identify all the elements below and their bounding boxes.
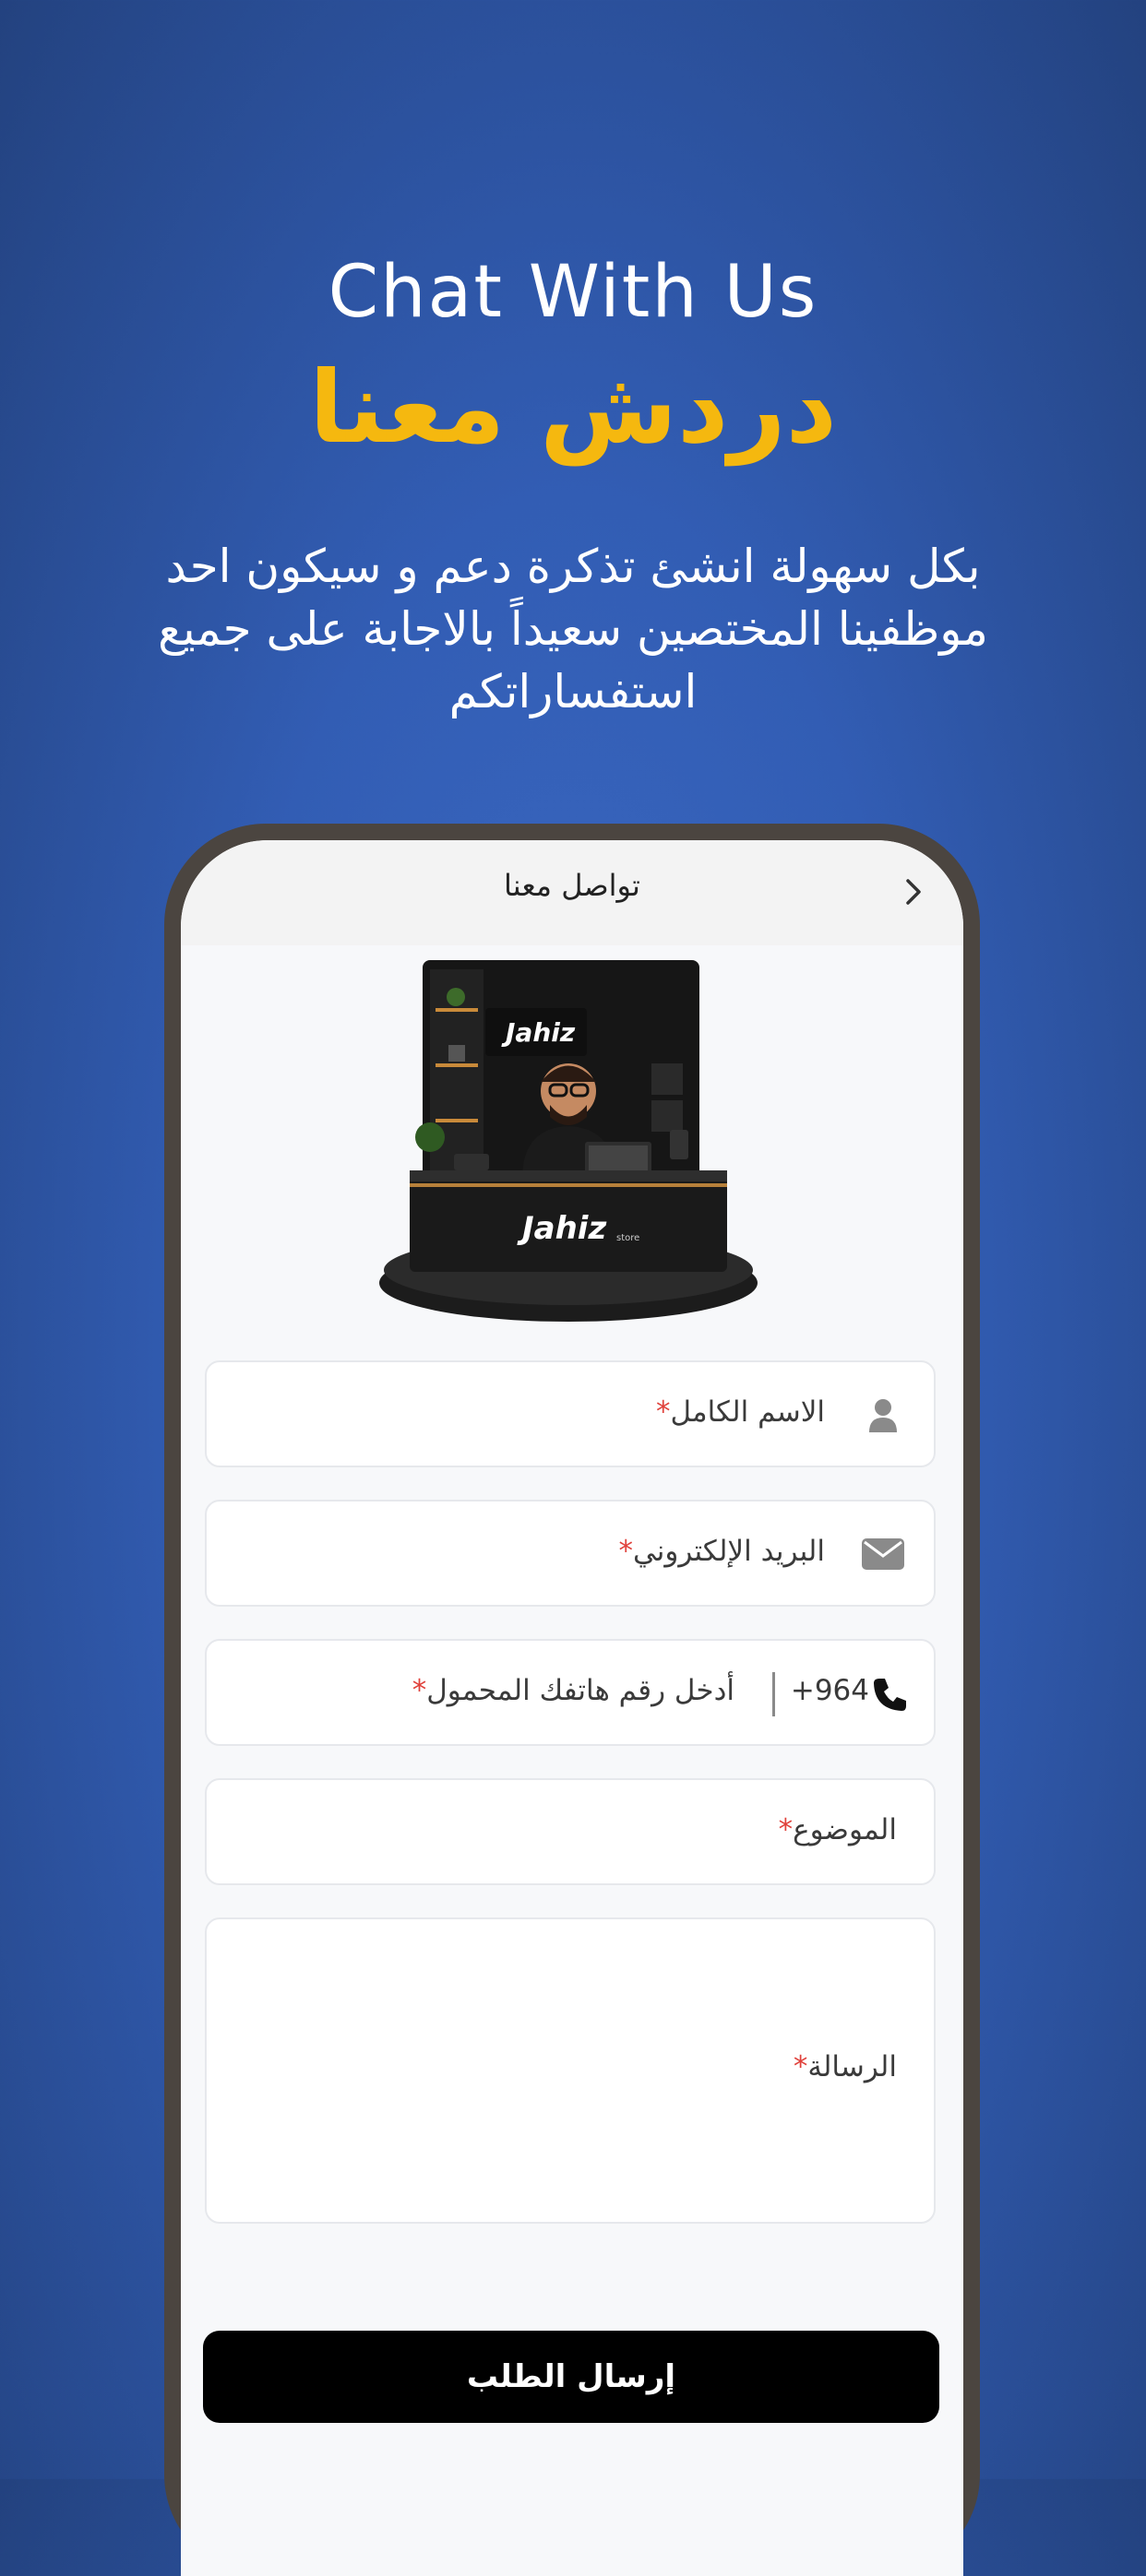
hero-title-en: Chat With Us: [328, 251, 818, 334]
phone-icon: [874, 1679, 906, 1711]
required-mark: *: [412, 1674, 427, 1707]
required-mark: *: [618, 1535, 633, 1568]
submit-button[interactable]: إرسال الطلب: [203, 2331, 939, 2423]
illustration-brand-desk: Jahiz: [517, 1210, 606, 1247]
required-mark: *: [656, 1395, 671, 1429]
subject-field[interactable]: الموضوع*: [205, 1778, 936, 1885]
nav-bar: تواصل معنا: [181, 840, 963, 945]
required-mark: *: [778, 1813, 794, 1846]
phone-divider: [772, 1672, 775, 1716]
hero-description: بكل سهولة انشئ تذكرة دعم و سيكون احد موظ…: [158, 540, 988, 718]
page-title: تواصل معنا: [504, 868, 640, 903]
subject-label: الموضوع*: [778, 1813, 897, 1846]
message-label: الرسالة*: [793, 2050, 897, 2083]
phone-placeholder: أدخل رقم هاتفك المحمول*: [412, 1674, 734, 1707]
required-mark: *: [793, 2050, 808, 2083]
phone-field[interactable]: +964 أدخل رقم هاتفك المحمول*: [205, 1639, 936, 1746]
phone-frame: تواصل معنا Jahiz Jahiz store الاسم الكام…: [164, 824, 980, 2576]
illustration-brand-top: Jahiz: [501, 1017, 576, 1048]
envelope-icon: [862, 1538, 904, 1570]
support-agent-illustration: Jahiz Jahiz store: [379, 960, 758, 1322]
country-code[interactable]: +964: [791, 1674, 869, 1707]
message-field[interactable]: الرسالة*: [205, 1917, 936, 2224]
full-name-label: الاسم الكامل*: [656, 1395, 825, 1429]
email-label: البريد الإلكتروني*: [618, 1535, 825, 1568]
full-name-field[interactable]: الاسم الكامل*: [205, 1360, 936, 1467]
hero-title-ar: دردش معنا: [308, 350, 838, 466]
user-icon: [869, 1399, 897, 1432]
app-screen: تواصل معنا Jahiz Jahiz store الاسم الكام…: [181, 840, 963, 2576]
illustration-brand-sub: store: [616, 1233, 639, 1243]
email-field[interactable]: البريد الإلكتروني*: [205, 1500, 936, 1607]
back-chevron-icon[interactable]: [895, 873, 932, 910]
